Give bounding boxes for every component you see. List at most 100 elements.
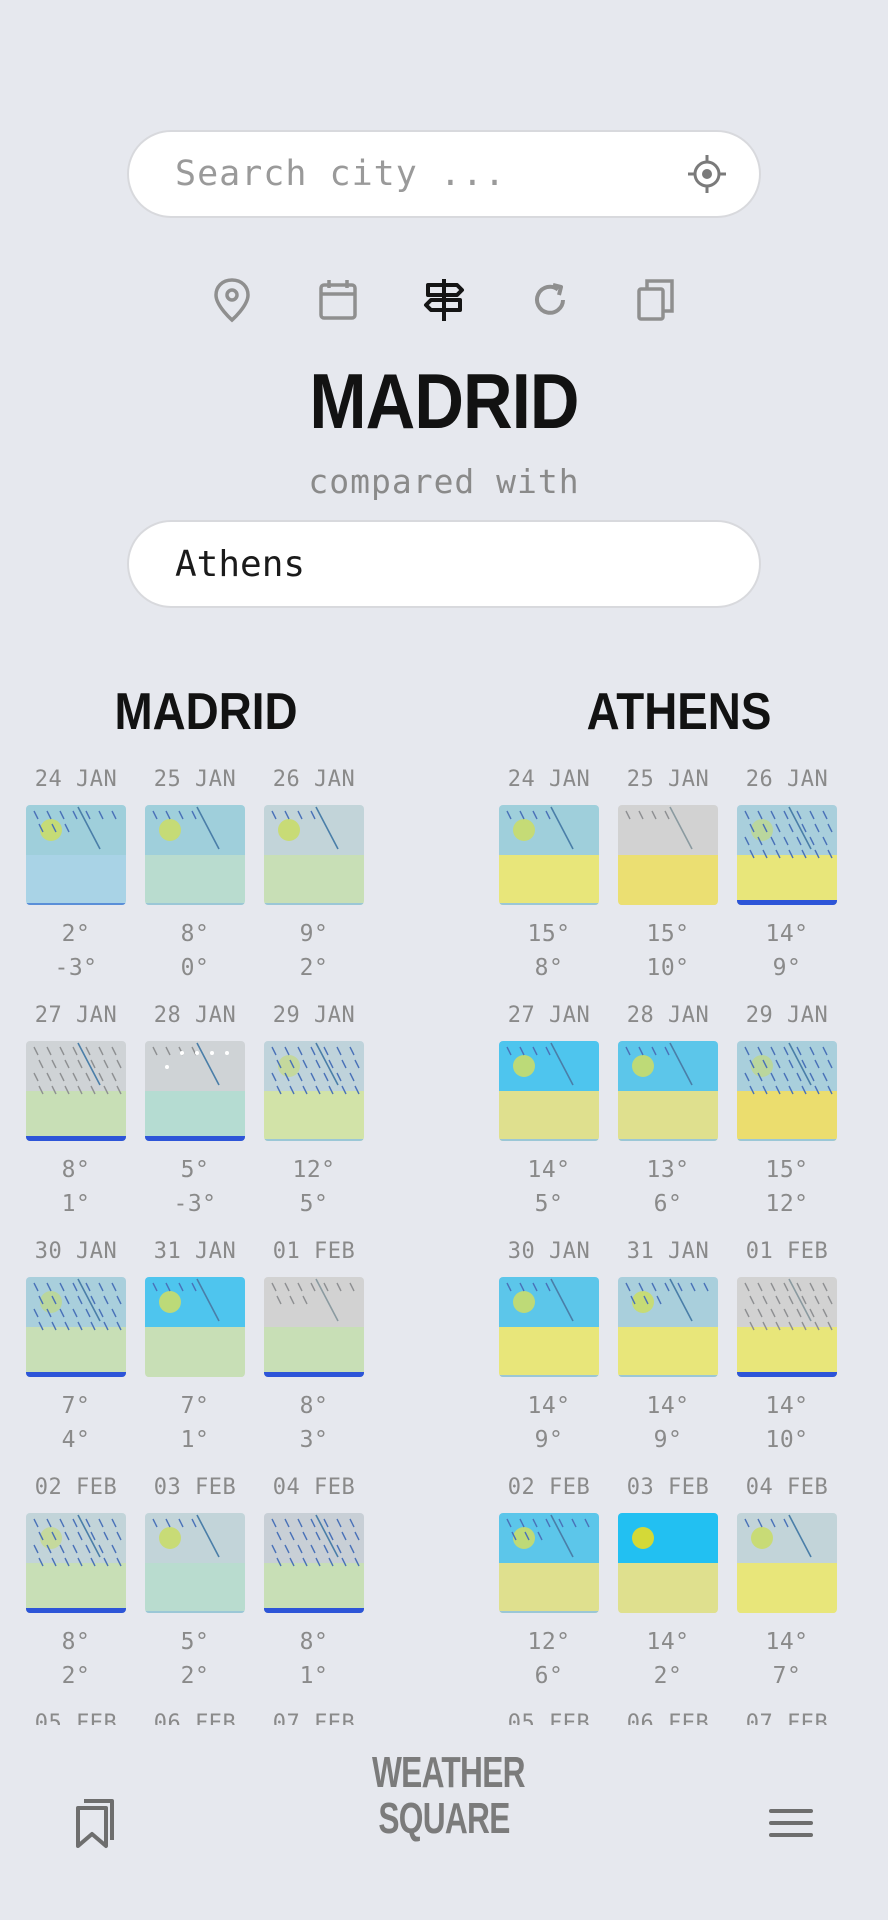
- day-card[interactable]: 25 JAN 8° 0°: [145, 765, 245, 985]
- rain-drop: [64, 1557, 70, 1567]
- day-card[interactable]: 25 JAN 15° 10°: [618, 765, 718, 985]
- refresh-icon[interactable]: [522, 272, 578, 328]
- day-card[interactable]: 28 JAN 13° 6°: [618, 1001, 718, 1221]
- rain-drop: [90, 1531, 96, 1541]
- rain-drop: [284, 1046, 290, 1056]
- rain-drop: [757, 1518, 763, 1528]
- day-date: 24 JAN: [507, 767, 591, 792]
- signpost-icon[interactable]: [416, 272, 472, 328]
- rain-drop: [814, 823, 820, 833]
- day-card[interactable]: 28 JAN 5° -3°: [145, 1001, 245, 1221]
- rain-drop: [98, 1544, 104, 1554]
- locate-icon[interactable]: [685, 152, 729, 196]
- bookmark-icon[interactable]: [72, 1798, 118, 1850]
- weather-icon: [506, 1278, 574, 1322]
- day-card[interactable]: 07 FEB: [737, 1709, 837, 1725]
- day-date: 07 FEB: [745, 1711, 829, 1725]
- day-card[interactable]: 29 JAN 15° 12°: [737, 1001, 837, 1221]
- rain-drop: [827, 1085, 833, 1095]
- weather-icon: [271, 806, 339, 850]
- day-card[interactable]: 07 FEB: [264, 1709, 364, 1725]
- rain-drop: [302, 1557, 308, 1567]
- rain-drop: [103, 1295, 109, 1305]
- calendar-icon[interactable]: [310, 272, 366, 328]
- day-card[interactable]: 04 FEB 8° 1°: [264, 1473, 364, 1693]
- day-card[interactable]: 29 JAN 12° 5°: [264, 1001, 364, 1221]
- weather-icon: [271, 1042, 360, 1095]
- rain-drop: [51, 1321, 57, 1331]
- day-card[interactable]: 27 JAN 8° 1°: [26, 1001, 126, 1221]
- temp-high: 7°: [180, 1393, 210, 1419]
- rain-drop: [775, 1295, 781, 1305]
- map-pin-icon[interactable]: [204, 272, 260, 328]
- weather-icon: [152, 1278, 220, 1322]
- rain-drop: [111, 1518, 117, 1528]
- day-card[interactable]: 01 FEB 14° 10°: [737, 1237, 837, 1457]
- day-card[interactable]: 31 JAN 14° 9°: [618, 1237, 718, 1457]
- rain-drop: [801, 1321, 807, 1331]
- day-date: 04 FEB: [745, 1475, 829, 1500]
- copy-icon[interactable]: [628, 272, 684, 328]
- rain-drop: [822, 1046, 828, 1056]
- day-card[interactable]: 03 FEB 5° 2°: [145, 1473, 245, 1693]
- menu-icon[interactable]: [768, 1806, 814, 1840]
- rain-drop: [72, 1282, 78, 1292]
- rain-drop: [191, 810, 197, 820]
- day-card[interactable]: 02 FEB 8° 2°: [26, 1473, 126, 1693]
- day-date: 25 JAN: [626, 767, 710, 792]
- rain-drop: [191, 1518, 197, 1528]
- day-card[interactable]: 02 FEB 12° 6°: [499, 1473, 599, 1693]
- rain-drop: [770, 1282, 776, 1292]
- day-date: 29 JAN: [745, 1003, 829, 1028]
- rain-drop: [770, 810, 776, 820]
- temp-low: 1°: [299, 1663, 329, 1689]
- snow-dot: [195, 1051, 199, 1055]
- rain-drop: [354, 1085, 360, 1095]
- day-card[interactable]: 30 JAN 7° 4°: [26, 1237, 126, 1457]
- rain-drop: [354, 1557, 360, 1567]
- rain-drop: [289, 1085, 295, 1095]
- day-card[interactable]: 01 FEB 8° 3°: [264, 1237, 364, 1457]
- temp-high: 2°: [61, 921, 91, 947]
- weather-icon: [152, 806, 220, 850]
- rain-drop: [77, 1295, 83, 1305]
- comparison-grid: MADRID 24 JAN 2° -3° 25 JAN 8° 0° 26 JAN 9° 2° 27…: [0, 660, 888, 1725]
- rain-drop: [814, 1085, 820, 1095]
- rain-drop: [801, 1295, 807, 1305]
- weather-tile: [26, 805, 126, 905]
- rain-drop: [111, 1072, 117, 1082]
- rain-drop: [762, 849, 768, 859]
- rain-drop: [788, 1295, 794, 1305]
- day-card[interactable]: 26 JAN 9° 2°: [264, 765, 364, 985]
- day-card[interactable]: 03 FEB 14° 2°: [618, 1473, 718, 1693]
- day-card[interactable]: 04 FEB 14° 7°: [737, 1473, 837, 1693]
- day-card[interactable]: 24 JAN 2° -3°: [26, 765, 126, 985]
- day-card[interactable]: 06 FEB: [618, 1709, 718, 1725]
- day-date: 07 FEB: [272, 1711, 356, 1725]
- sun-icon: [159, 1527, 181, 1549]
- rain-drop: [323, 1518, 329, 1528]
- rain-drop: [757, 810, 763, 820]
- search-field[interactable]: Search city ...: [127, 130, 761, 218]
- compare-city-input[interactable]: Athens: [127, 520, 761, 608]
- search-input[interactable]: Search city ...: [175, 154, 685, 194]
- temp-high: 5°: [180, 1629, 210, 1655]
- rain-drop: [191, 1282, 197, 1292]
- day-card[interactable]: 05 FEB: [499, 1709, 599, 1725]
- day-card[interactable]: 26 JAN 14° 9°: [737, 765, 837, 985]
- rain-drop: [788, 1085, 794, 1095]
- day-card[interactable]: 27 JAN 14° 5°: [499, 1001, 599, 1221]
- rain-drop: [64, 1059, 70, 1069]
- day-card[interactable]: 30 JAN 14° 9°: [499, 1237, 599, 1457]
- rain-drop: [796, 1308, 802, 1318]
- rain-drop: [85, 1518, 91, 1528]
- day-card[interactable]: 31 JAN 7° 1°: [145, 1237, 245, 1457]
- day-card[interactable]: 06 FEB: [145, 1709, 245, 1725]
- rain-drop: [519, 1282, 525, 1292]
- temp-low: 1°: [61, 1191, 91, 1217]
- rain-drop: [72, 1046, 78, 1056]
- rain-drop: [809, 810, 815, 820]
- rain-drop: [762, 1085, 768, 1095]
- day-card[interactable]: 05 FEB: [26, 1709, 126, 1725]
- day-card[interactable]: 24 JAN 15° 8°: [499, 765, 599, 985]
